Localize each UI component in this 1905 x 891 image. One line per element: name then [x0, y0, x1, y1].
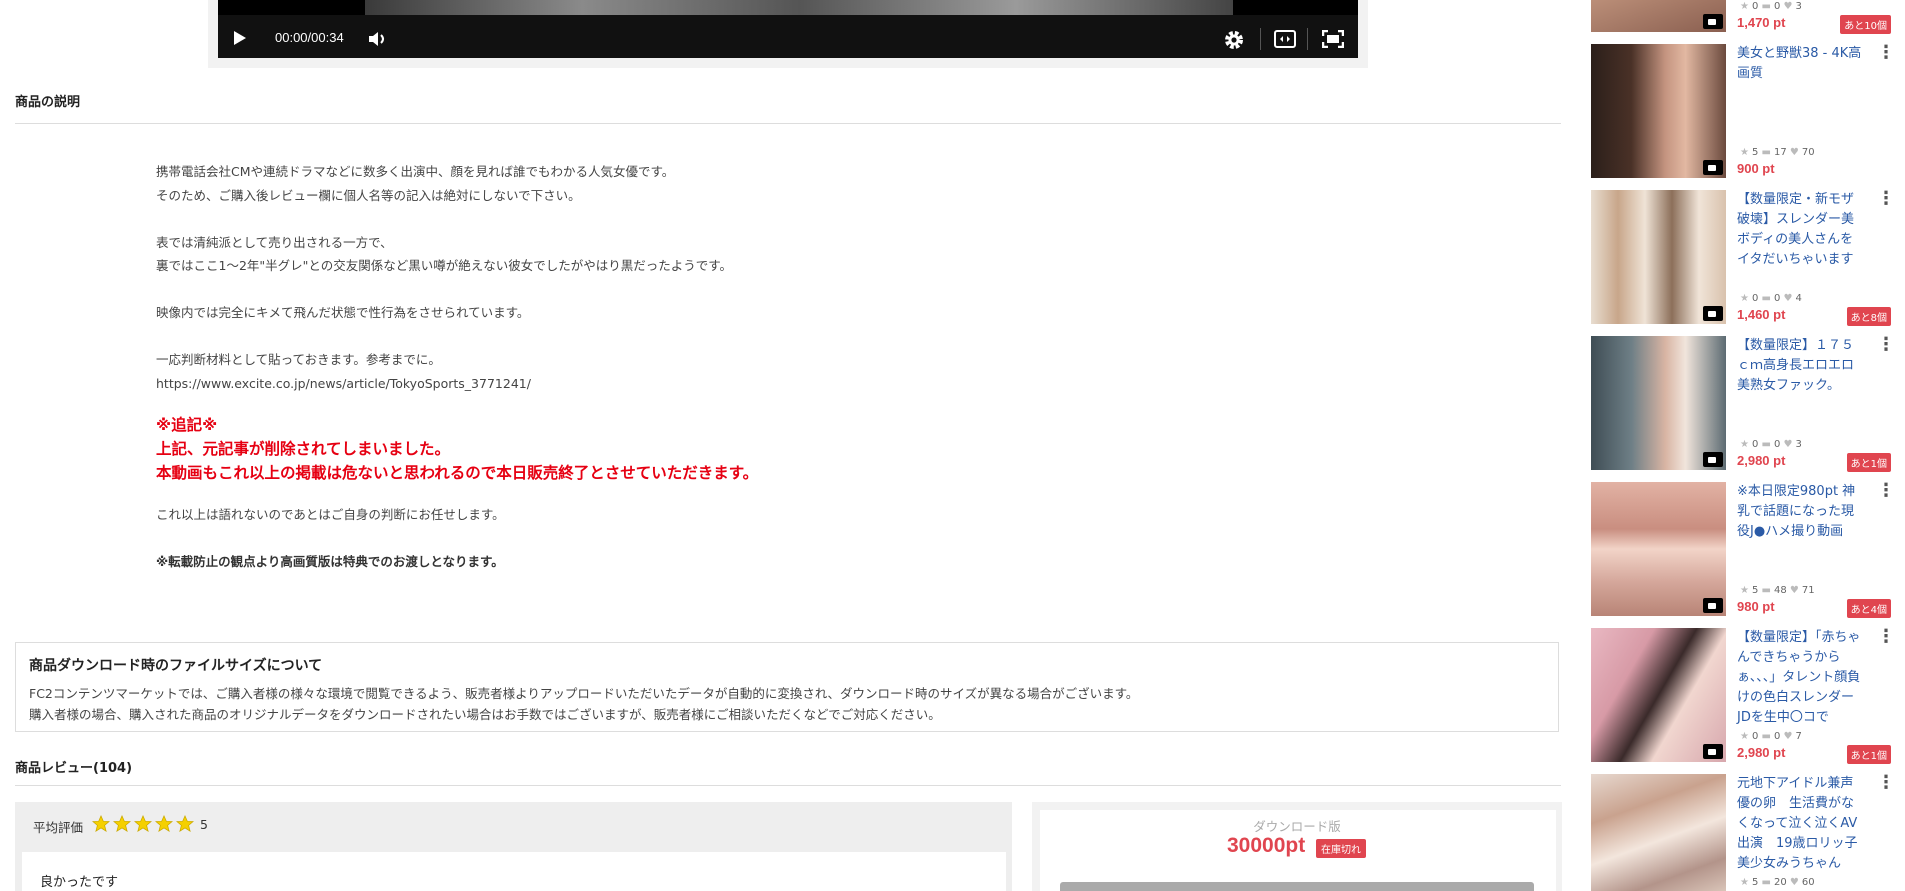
- average-rating-value: 5: [200, 817, 208, 832]
- product-title[interactable]: 美女と野獣38 - 4K高画質: [1737, 44, 1865, 84]
- related-products-sidebar: ★ 0 ▬ 0 ♥ 3 1,470 pt あと10個 美女と野獣38 - 4K高画質 …: [1591, 0, 1905, 891]
- product-thumbnail[interactable]: [1591, 482, 1726, 616]
- notice-title: 商品ダウンロード時のファイルサイズについて: [29, 658, 323, 674]
- addendum-line: 本動画もこれ以上の掲載は危ないと思われるので本日販売終了とさせていただきます。: [156, 464, 759, 482]
- product-stats: ★ 0 ▬ 0 ♥ 3: [1740, 1, 1802, 12]
- article-link-text: https://www.excite.co.jp/news/article/To…: [156, 375, 531, 391]
- video-camera-icon: [1703, 14, 1723, 29]
- product-thumbnail[interactable]: [1591, 774, 1726, 891]
- description-line: 携帯電話会社CMや連続ドラマなどに数多く出演中、顔を見れば誰でもわかる人気女優で…: [156, 164, 675, 179]
- divider: [15, 123, 1561, 124]
- stock-badge: あと4個: [1846, 599, 1891, 618]
- product-thumbnail[interactable]: [1591, 336, 1726, 470]
- stock-badge: あと1個: [1846, 453, 1891, 472]
- addendum-heading: ※追記※: [156, 416, 218, 434]
- product-title[interactable]: ※本日限定980pt 神乳で話題になった現役J●ハメ撮り動画: [1737, 482, 1865, 542]
- review-title: 良かったです: [40, 875, 119, 890]
- purchase-price: 30000pt: [1227, 834, 1306, 857]
- description-note: ※転載防止の観点より高画質版は特典でのお渡しとなります。: [156, 554, 504, 569]
- video-camera-icon: [1703, 598, 1723, 613]
- notice-text: 購入者様の場合、購入された商品のオリジナルデータをダウンロードされたい場合はお手…: [29, 707, 941, 722]
- star-icon: [155, 815, 173, 832]
- product-price: 900 pt: [1737, 161, 1775, 176]
- star-icon: [92, 815, 110, 832]
- more-options-icon[interactable]: ⋮: [1877, 190, 1895, 208]
- more-options-icon[interactable]: ⋮: [1877, 44, 1895, 62]
- product-stats: ★ 5 ▬ 17 ♥ 70: [1740, 147, 1815, 158]
- product-title[interactable]: 元地下アイドル兼声優の卵 生活費がなくなって泣く泣くAV出演 19歳ロリッ子美少…: [1737, 774, 1865, 874]
- more-options-icon[interactable]: ⋮: [1877, 336, 1895, 354]
- product-price: 2,980 pt: [1737, 745, 1786, 760]
- product-price: 1,470 pt: [1737, 15, 1786, 30]
- more-options-icon[interactable]: ⋮: [1877, 774, 1895, 792]
- out-of-stock-badge: 在庫切れ: [1316, 839, 1366, 858]
- control-separator: [1307, 28, 1308, 50]
- product-stats: ★ 0 ▬ 0 ♥ 4: [1740, 293, 1802, 304]
- video-camera-icon: [1703, 306, 1723, 321]
- video-camera-icon: [1703, 744, 1723, 759]
- product-title[interactable]: 【数量限定】１７５ｃｍ高身長エロエロ美熟女ファック。: [1737, 336, 1865, 396]
- description-line: 裏ではここ1～2年"半グレ"との交友関係など黒い噂が絶えない彼女でしたがやはり黒…: [156, 258, 733, 273]
- fullscreen-icon[interactable]: [1322, 30, 1344, 48]
- video-frame: [365, 0, 1233, 15]
- product-stats: ★ 0 ▬ 0 ♥ 7: [1740, 731, 1802, 742]
- product-title[interactable]: 【数量限定・新モザ破壊】スレンダー美ボディの美人さんをイタだいちゃいます: [1737, 190, 1865, 270]
- product-stats: ★ 0 ▬ 0 ♥ 3: [1740, 439, 1802, 450]
- description-line: 一応判断材料として貼っておきます。参考までに。: [156, 352, 441, 367]
- settings-gear-icon[interactable]: [1222, 28, 1246, 52]
- star-icon: [113, 815, 131, 832]
- video-player[interactable]: [218, 0, 1358, 58]
- stock-badge: あと10個: [1840, 15, 1891, 34]
- stock-badge: あと8個: [1846, 307, 1891, 326]
- video-camera-icon: [1703, 160, 1723, 175]
- rating-stars: [92, 815, 194, 833]
- file-size-notice: 商品ダウンロード時のファイルサイズについて FC2コンテンツマーケットでは、ご購…: [15, 642, 1559, 732]
- star-icon: [176, 815, 194, 832]
- product-price: 2,980 pt: [1737, 453, 1786, 468]
- stock-badge: あと1個: [1846, 745, 1891, 764]
- review-card: [22, 852, 1006, 891]
- volume-icon[interactable]: [368, 30, 390, 48]
- divider: [15, 785, 1561, 786]
- product-stats: ★ 5 ▬ 20 ♥ 60: [1740, 877, 1815, 888]
- product-thumbnail[interactable]: [1591, 44, 1726, 178]
- more-options-icon[interactable]: ⋮: [1877, 482, 1895, 500]
- product-price: 1,460 pt: [1737, 307, 1786, 322]
- more-options-icon[interactable]: ⋮: [1877, 628, 1895, 646]
- description-line: 表では清純派として売り出される一方で、: [156, 234, 393, 250]
- star-icon: [134, 815, 152, 832]
- addendum-line: 上記、元記事が削除されてしまいました。: [156, 440, 451, 458]
- notice-text: FC2コンテンツマーケットでは、ご購入者様の様々な環境で閲覧できるよう、販売者様…: [29, 686, 1139, 701]
- play-icon[interactable]: [233, 30, 247, 46]
- theater-mode-icon[interactable]: [1274, 30, 1296, 48]
- description-heading: 商品の説明: [15, 95, 81, 110]
- product-thumbnail[interactable]: [1591, 190, 1726, 324]
- download-version-label: ダウンロード版: [1253, 819, 1341, 834]
- product-price: 980 pt: [1737, 599, 1775, 614]
- description-line: 映像内では完全にキメて飛んだ状態で性行為をさせられています。: [156, 305, 530, 320]
- product-description: 携帯電話会社CMや連続ドラマなどに数多く出演中、顔を見れば誰でもわかる人気女優で…: [156, 160, 1456, 574]
- description-line: これ以上は語れないのであとはご自身の判断にお任せします。: [156, 507, 505, 522]
- reviews-heading: 商品レビュー(104): [15, 761, 133, 776]
- purchase-button[interactable]: [1060, 882, 1534, 891]
- product-thumbnail[interactable]: [1591, 0, 1726, 32]
- product-stats: ★ 5 ▬ 48 ♥ 71: [1740, 585, 1815, 596]
- product-thumbnail[interactable]: [1591, 628, 1726, 762]
- control-separator: [1260, 28, 1261, 50]
- video-camera-icon: [1703, 452, 1723, 467]
- description-line: そのため、ご購入後レビュー欄に個人名等の記入は絶対にしないで下さい。: [156, 187, 581, 203]
- playback-time: 00:00/00:34: [275, 30, 344, 45]
- product-title[interactable]: 【数量限定】「赤ちゃんできちゃうからぁ、、、」タレント顔負けの色白スレンダーJD…: [1737, 628, 1865, 728]
- average-rating-label: 平均評価: [33, 820, 84, 835]
